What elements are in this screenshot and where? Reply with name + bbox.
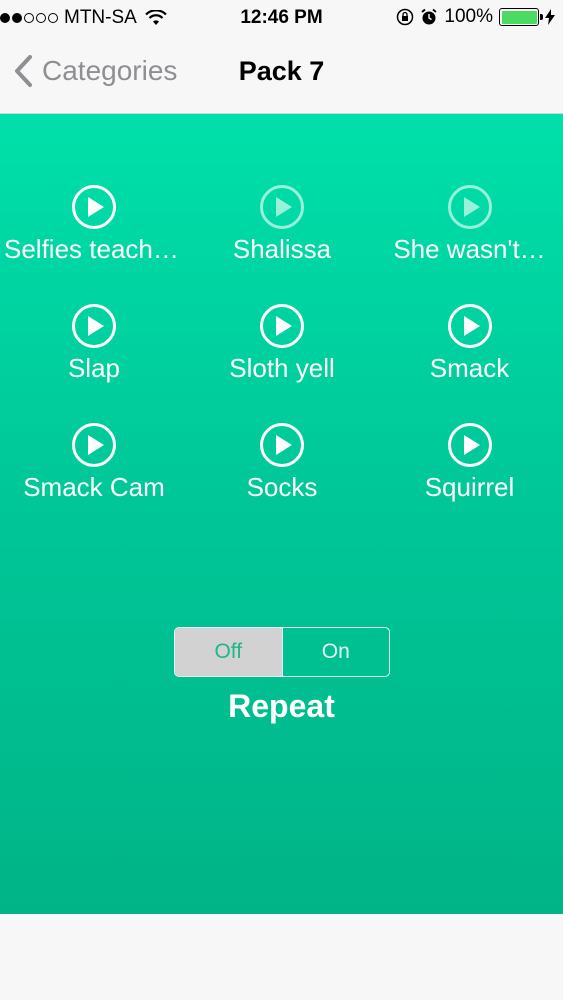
sound-label: Selfies teachers xyxy=(4,234,184,264)
play-circle-icon xyxy=(72,304,116,348)
battery-icon xyxy=(499,8,543,26)
play-circle-icon xyxy=(447,423,492,467)
orientation-lock-icon xyxy=(397,8,414,26)
sound-label: Smack xyxy=(429,353,510,383)
play-circle-icon xyxy=(260,304,304,348)
sound-button-smack[interactable]: Smack xyxy=(376,303,563,384)
sound-button-selfies-teachers[interactable]: Selfies teachers xyxy=(0,184,188,265)
status-bar: MTN-SA 12:46 PM 100% xyxy=(0,0,563,36)
sound-label: Sloth yell xyxy=(229,353,335,383)
sound-button-shalissa[interactable]: Shalissa xyxy=(188,184,376,265)
status-right: 100% xyxy=(396,6,555,28)
sound-button-she-wasnt[interactable]: She wasn't… xyxy=(376,184,563,265)
play-circle-icon xyxy=(260,185,304,229)
play-circle-icon xyxy=(72,185,116,229)
play-circle-icon xyxy=(447,304,492,348)
repeat-label: Repeat xyxy=(228,688,335,724)
repeat-toggle[interactable]: Off On xyxy=(174,627,390,677)
repeat-off-segment[interactable]: Off xyxy=(175,628,282,676)
play-circle-icon xyxy=(447,185,492,229)
sound-button-socks[interactable]: Socks xyxy=(188,422,376,503)
charging-bolt-icon xyxy=(545,9,555,25)
play-circle-icon xyxy=(72,423,116,467)
sound-label: Shalissa xyxy=(232,234,332,264)
battery-percent: 100% xyxy=(444,6,493,27)
sound-label: Smack Cam xyxy=(23,472,165,502)
navigation-bar: Categories Pack 7 xyxy=(0,36,563,114)
sound-pack-panel: Selfies teachers Shalissa She wasn't… Sl… xyxy=(0,114,563,914)
sound-label: She wasn't… xyxy=(393,234,546,264)
play-circle-icon xyxy=(260,423,304,467)
sound-label: Socks xyxy=(246,472,318,502)
sound-button-squirrel[interactable]: Squirrel xyxy=(376,422,563,503)
sound-grid: Selfies teachers Shalissa She wasn't… Sl… xyxy=(0,184,563,503)
alarm-icon xyxy=(421,8,437,25)
sound-label: Slap xyxy=(67,353,121,383)
sound-button-slap[interactable]: Slap xyxy=(0,303,188,384)
sound-button-sloth-yell[interactable]: Sloth yell xyxy=(188,303,376,384)
sound-label: Squirrel xyxy=(424,472,515,502)
page-title: Pack 7 xyxy=(238,56,325,86)
sound-button-smack-cam[interactable]: Smack Cam xyxy=(0,422,188,503)
repeat-on-segment[interactable]: On xyxy=(281,628,390,676)
